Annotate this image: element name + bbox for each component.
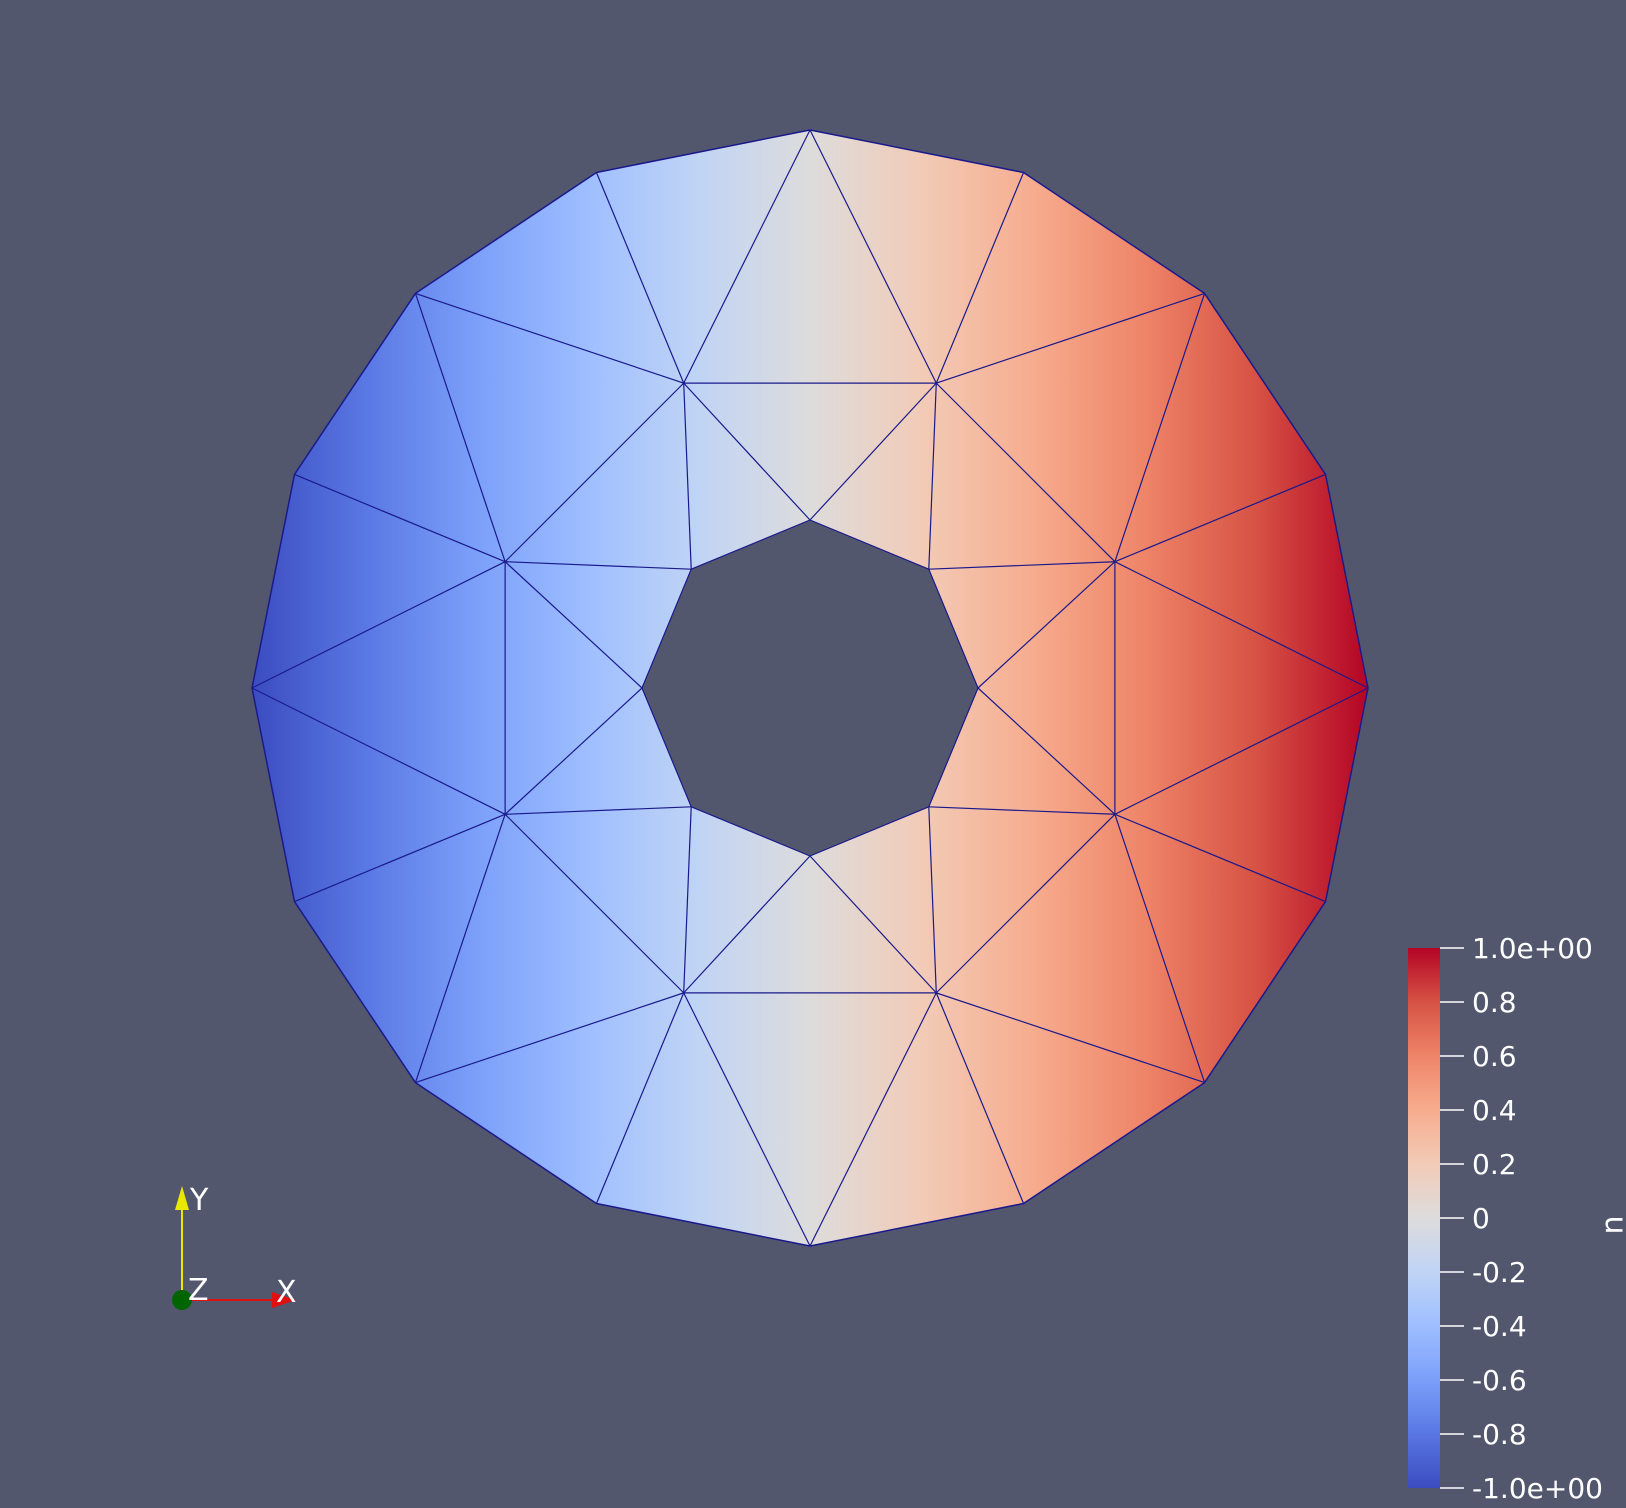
colorbar-ticks: 1.0e+00 0.8 0.6 0.4 0.2 0 -0.2 -0.4 -0.6 -0.8 -1.0… <box>1440 932 1603 1505</box>
colorbar-tick-label: -1.0e+00 <box>1472 1472 1603 1505</box>
colorbar-tick-label: 0.8 <box>1472 986 1517 1019</box>
colorbar-tick-label: -0.8 <box>1472 1418 1527 1451</box>
colorbar-tick-label: -0.2 <box>1472 1256 1527 1289</box>
colorbar-tick-label: 0.6 <box>1472 1040 1517 1073</box>
annulus-mesh[interactable] <box>251 129 1369 1247</box>
colorbar-gradient <box>1408 948 1440 1488</box>
z-axis-label: Z <box>188 1273 209 1308</box>
colorbar-tick-label: 0 <box>1472 1202 1490 1235</box>
colorbar-tick-label: 0.4 <box>1472 1094 1517 1127</box>
y-axis-arrowhead <box>175 1186 189 1210</box>
render-viewport[interactable]: 1.0e+00 0.8 0.6 0.4 0.2 0 -0.2 -0.4 -0.6 -0.8 -1.0… <box>0 0 1626 1508</box>
colorbar-tick-label: -0.6 <box>1472 1364 1527 1397</box>
mesh-surface[interactable] <box>252 130 1368 1246</box>
colorbar-title: u <box>1598 1215 1626 1234</box>
colorbar-tick-label: 1.0e+00 <box>1472 932 1593 965</box>
y-axis-label: Y <box>189 1183 209 1218</box>
colorbar-tick-label: -0.4 <box>1472 1310 1527 1343</box>
colorbar-tick-label: 0.2 <box>1472 1148 1517 1181</box>
color-legend: 1.0e+00 0.8 0.6 0.4 0.2 0 -0.2 -0.4 -0.6 -0.8 -1.0… <box>1408 932 1626 1505</box>
x-axis-label: X <box>276 1275 297 1310</box>
orientation-axes-widget: Y Z X <box>172 1183 297 1310</box>
